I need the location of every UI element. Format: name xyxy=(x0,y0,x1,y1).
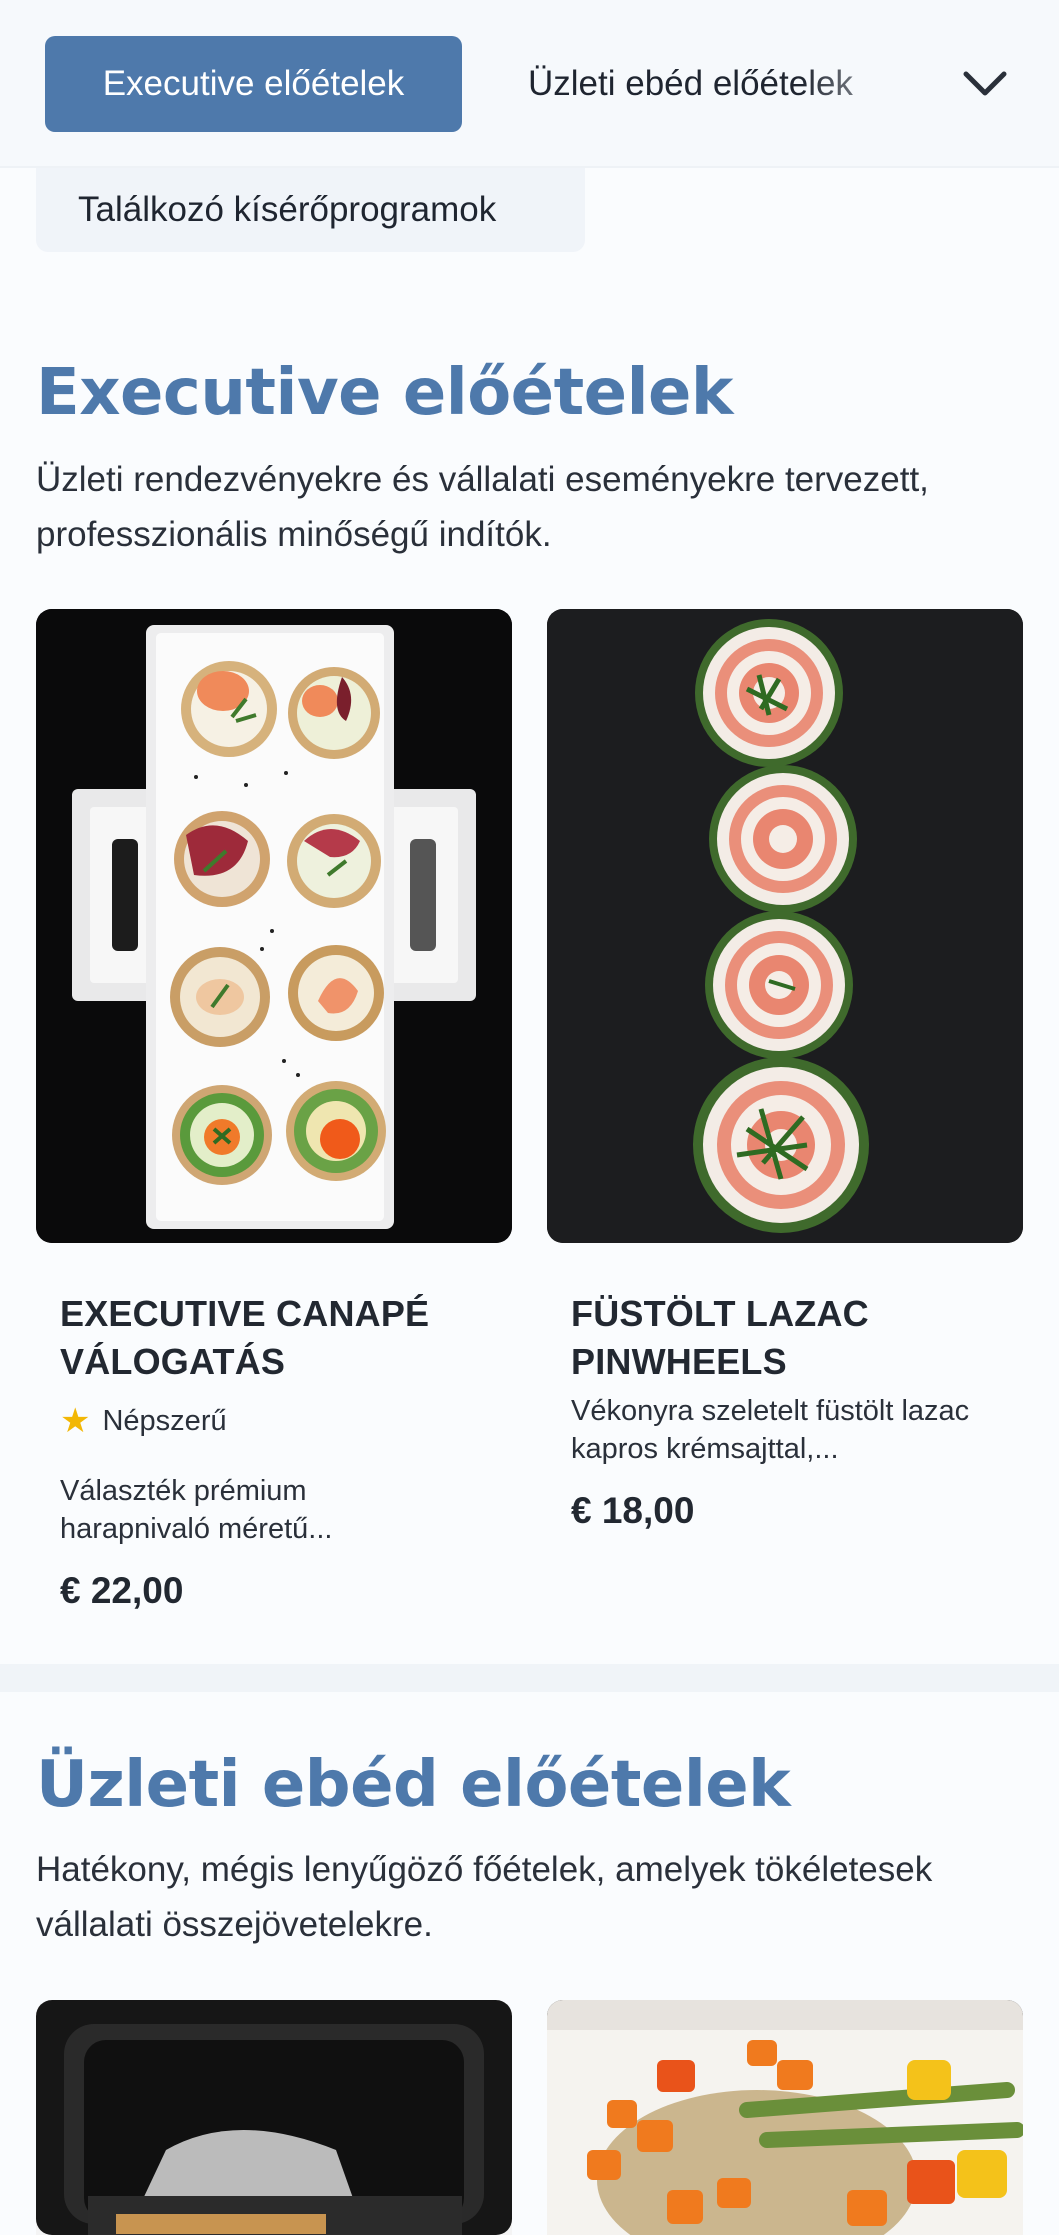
section-title: Üzleti ebéd előételek xyxy=(36,1748,791,1822)
vegetable-dish-image[interactable] xyxy=(547,2000,1023,2235)
tab-uzleti-ebed-eloetelek[interactable]: Üzleti ebéd előételek xyxy=(528,36,908,132)
section-description: Üzleti rendezvényekre és vállalati esemé… xyxy=(36,460,929,554)
salmon-pinwheels-image[interactable] xyxy=(547,609,1023,1243)
product-description: Vékonyra szeletelt füstölt lazac kapros … xyxy=(571,1395,970,1465)
product-name[interactable]: FÜSTÖLT LAZAC PINWHEELS xyxy=(571,1290,991,1386)
category-tab-bar: Executive előételek Üzleti ebéd előétele… xyxy=(0,0,1059,168)
section-description: Hatékony, mégis lenyűgöző főételek, amel… xyxy=(36,1850,933,1944)
lunch-box-illustration xyxy=(36,2000,512,2235)
canape-platter-image[interactable] xyxy=(36,609,512,1243)
badge-label: Népszerű xyxy=(102,1404,227,1437)
section-divider xyxy=(0,1664,1059,1692)
chevron-down-icon[interactable] xyxy=(960,60,1010,106)
vegetable-dish-illustration xyxy=(547,2000,1023,2235)
star-icon: ★ xyxy=(60,1402,91,1440)
canape-platter-illustration xyxy=(36,609,512,1243)
popular-badge: ★ Népszerű xyxy=(60,1401,227,1441)
tab-talalkozo-kiseroprogramok[interactable]: Találkozó kísérőprogramok xyxy=(36,168,585,252)
product-name[interactable]: EXECUTIVE CANAPÉ VÁLOGATÁS xyxy=(60,1290,480,1386)
product-description: Választék prémium harapnivaló méretű... xyxy=(60,1475,333,1545)
product-price: € 18,00 xyxy=(571,1490,695,1531)
salmon-pinwheels-illustration xyxy=(547,609,1023,1243)
product-price: € 22,00 xyxy=(60,1570,184,1611)
tab-executive-eloetelek[interactable]: Executive előételek xyxy=(45,36,462,132)
section-title: Executive előételek xyxy=(36,356,733,430)
lunch-box-image[interactable] xyxy=(36,2000,512,2235)
